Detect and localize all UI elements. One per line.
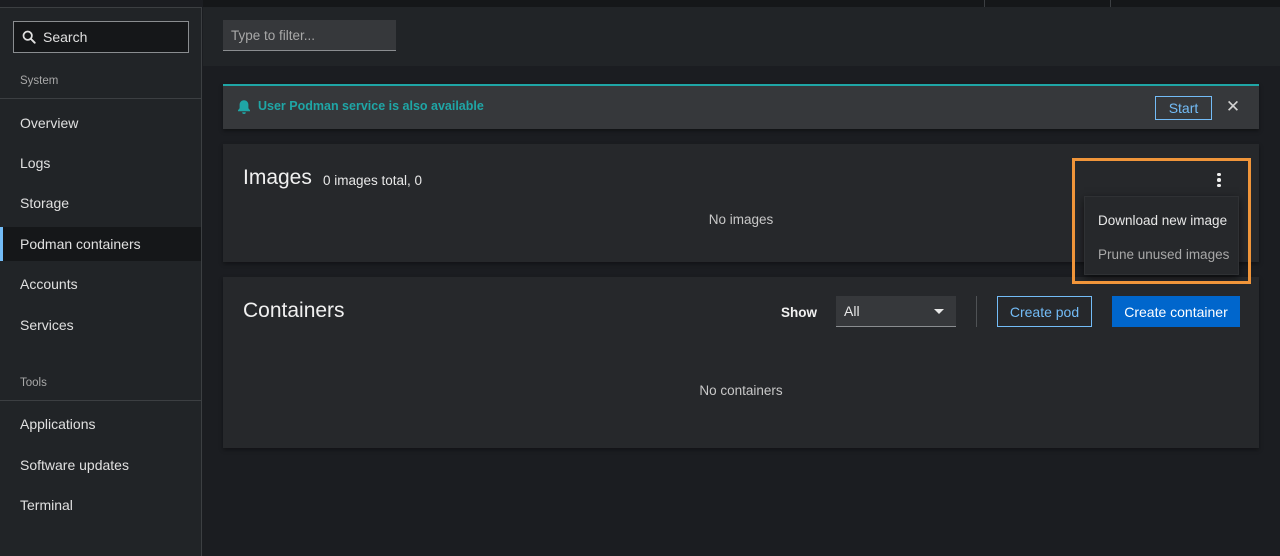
highlight-box bbox=[1072, 158, 1251, 284]
caret-down-icon bbox=[934, 309, 944, 314]
section-label-system: System bbox=[20, 75, 59, 87]
filter-input[interactable]: Type to filter... bbox=[223, 20, 396, 51]
section-label-tools: Tools bbox=[20, 377, 47, 389]
containers-title: Containers bbox=[243, 299, 345, 322]
containers-empty-state: No containers bbox=[699, 383, 783, 398]
sidebar-item-services[interactable]: Services bbox=[0, 308, 201, 342]
show-filter-select[interactable]: All bbox=[836, 296, 956, 327]
sidebar-top-strip bbox=[0, 0, 202, 8]
sidebar-item-accounts[interactable]: Accounts bbox=[0, 267, 201, 301]
sidebar: Search System Overview Logs Storage Podm… bbox=[0, 0, 202, 556]
section-divider bbox=[0, 98, 202, 99]
images-count: 0 images total, 0 bbox=[323, 173, 423, 188]
close-icon[interactable]: ✕ bbox=[1226, 97, 1240, 116]
images-title: Images bbox=[243, 166, 312, 189]
bell-icon bbox=[238, 100, 250, 114]
create-pod-button[interactable]: Create pod bbox=[997, 296, 1092, 327]
search-placeholder: Search bbox=[43, 29, 88, 45]
toolbar-separator bbox=[976, 296, 977, 327]
top-bar-separator bbox=[1110, 0, 1111, 7]
create-container-button[interactable]: Create container bbox=[1112, 296, 1240, 327]
sidebar-item-terminal[interactable]: Terminal bbox=[0, 488, 201, 522]
sidebar-item-overview[interactable]: Overview bbox=[0, 106, 201, 140]
info-alert: User Podman service is also available St… bbox=[223, 84, 1259, 129]
filter-bar: Type to filter... bbox=[203, 7, 1280, 66]
sidebar-item-podman-containers[interactable]: Podman containers bbox=[0, 227, 201, 261]
start-button[interactable]: Start bbox=[1155, 96, 1212, 120]
sidebar-search-input[interactable]: Search bbox=[13, 21, 189, 53]
top-bar bbox=[203, 0, 1280, 7]
sidebar-item-applications[interactable]: Applications bbox=[0, 407, 201, 441]
sidebar-item-software-updates[interactable]: Software updates bbox=[0, 448, 201, 482]
sidebar-item-logs[interactable]: Logs bbox=[0, 146, 201, 180]
containers-card: Containers Show All Create pod Create co… bbox=[223, 277, 1259, 448]
alert-title: User Podman service is also available bbox=[258, 99, 484, 113]
show-filter-value: All bbox=[844, 303, 860, 319]
sidebar-item-storage[interactable]: Storage bbox=[0, 186, 201, 220]
top-bar-separator bbox=[984, 0, 985, 7]
show-label: Show bbox=[781, 305, 817, 320]
section-divider bbox=[0, 400, 202, 401]
search-icon bbox=[22, 30, 36, 44]
